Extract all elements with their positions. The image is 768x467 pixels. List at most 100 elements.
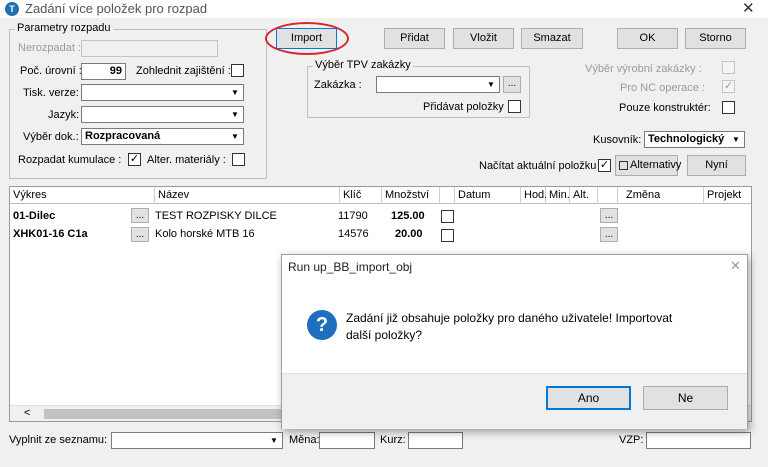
dialog-no-button[interactable]: Ne bbox=[643, 386, 728, 410]
row1-zmena-browse-button[interactable]: ... bbox=[600, 208, 618, 223]
vyber-vyrobni-label: Výběr výrobní zakázky : bbox=[585, 63, 702, 75]
pouze-konstrukter-checkbox[interactable] bbox=[722, 101, 735, 114]
zakazka-browse-button[interactable]: ... bbox=[503, 76, 521, 93]
dialog-message: Zadání již obsahuje položky pro daného u… bbox=[346, 310, 672, 344]
kurz-input[interactable] bbox=[408, 432, 463, 449]
dialog-yes-button[interactable]: Ano bbox=[546, 386, 631, 410]
app-icon: T bbox=[5, 2, 19, 16]
window-title: Zadání více položek pro rozpad bbox=[25, 1, 208, 16]
pridat-button[interactable]: Přidat bbox=[384, 28, 445, 49]
pridavat-checkbox[interactable] bbox=[508, 100, 521, 113]
col-header-nazev[interactable]: Název bbox=[155, 187, 340, 204]
poc-urovni-input[interactable]: 99 bbox=[81, 63, 126, 80]
ok-button[interactable]: OK bbox=[617, 28, 678, 49]
confirm-dialog: Run up_BB_import_obj ✕ ? Zadání již obsa… bbox=[281, 254, 748, 429]
vyber-dok-value: Rozpracovaná bbox=[85, 130, 161, 142]
scroll-thumb[interactable] bbox=[44, 409, 284, 419]
col-header-btn[interactable] bbox=[598, 187, 618, 204]
alternativy-label: Alternativy bbox=[630, 159, 682, 171]
nerozpadat-field bbox=[81, 40, 218, 57]
pro-nc-checkbox: ✓ bbox=[722, 80, 735, 93]
window-close-button[interactable]: ✕ bbox=[742, 0, 755, 17]
row2-klic[interactable]: 14576 bbox=[338, 225, 369, 243]
tisk-verze-select[interactable]: ▼ bbox=[81, 84, 244, 101]
poc-urovni-value: 99 bbox=[109, 65, 122, 77]
smazat-button[interactable]: Smazat bbox=[521, 28, 583, 49]
col-header-klic[interactable]: Klíč bbox=[340, 187, 382, 204]
row2-nazev[interactable]: Kolo horské MTB 16 bbox=[155, 225, 255, 243]
pro-nc-label: Pro NC operace : bbox=[620, 82, 705, 94]
row1-checkbox[interactable] bbox=[441, 210, 454, 223]
kusovnik-select[interactable]: Technologický ▼ bbox=[644, 131, 745, 148]
dialog-message-line2: další položky? bbox=[346, 328, 423, 342]
tisk-verze-label: Tisk. verze: bbox=[23, 87, 79, 99]
col-header-zmena[interactable]: Změna bbox=[618, 187, 704, 204]
vyplnit-label: Vyplnit ze seznamu: bbox=[9, 434, 108, 446]
zohlednit-label: Zohlednit zajištění : bbox=[136, 65, 231, 77]
alternativy-button[interactable]: Alternativy bbox=[615, 155, 682, 176]
chevron-down-icon: ▼ bbox=[487, 80, 495, 89]
nacitat-checkbox[interactable]: ✓ bbox=[598, 159, 611, 172]
question-icon: ? bbox=[307, 310, 337, 340]
chevron-down-icon: ▼ bbox=[732, 135, 740, 144]
row1-vykres-browse-button[interactable]: ... bbox=[131, 208, 149, 223]
chevron-down-icon: ▼ bbox=[231, 88, 239, 97]
col-header-min[interactable]: Min. bbox=[546, 187, 570, 204]
zakazka-select[interactable]: ▼ bbox=[376, 76, 500, 93]
row1-nazev[interactable]: TEST ROZPISKY DILCE bbox=[155, 207, 277, 225]
chevron-down-icon: ▼ bbox=[231, 132, 239, 141]
col-header-vykres[interactable]: Výkres bbox=[10, 187, 155, 204]
vyber-vyrobni-checkbox bbox=[722, 61, 735, 74]
row1-mnozstvi[interactable]: 125.00 bbox=[391, 207, 425, 225]
zakazka-label: Zakázka : bbox=[314, 79, 362, 91]
row2-mnozstvi[interactable]: 20.00 bbox=[395, 225, 423, 243]
chevron-down-icon: ▼ bbox=[231, 110, 239, 119]
kusovnik-value: Technologický bbox=[648, 133, 725, 145]
vyber-dok-label: Výběr dok.: bbox=[23, 131, 79, 143]
storno-button[interactable]: Storno bbox=[685, 28, 746, 49]
rozpadat-kumulace-checkbox[interactable]: ✓ bbox=[128, 153, 141, 166]
col-header-alt[interactable]: Alt. bbox=[570, 187, 598, 204]
vzp-label: VZP: bbox=[619, 434, 644, 446]
col-header-hod[interactable]: Hod. bbox=[521, 187, 547, 204]
mena-input[interactable] bbox=[319, 432, 375, 449]
title-bar: T Zadání více položek pro rozpad ✕ bbox=[0, 0, 768, 18]
pouze-konstrukter-label: Pouze konstruktér: bbox=[619, 102, 711, 114]
dialog-message-line1: Zadání již obsahuje položky pro daného u… bbox=[346, 311, 673, 325]
kusovnik-label: Kusovník: bbox=[593, 134, 642, 146]
vzp-input[interactable] bbox=[646, 432, 751, 449]
vlozit-button[interactable]: Vložit bbox=[453, 28, 514, 49]
scroll-left-arrow[interactable]: < bbox=[24, 407, 30, 419]
col-header-datum[interactable]: Datum bbox=[455, 187, 521, 204]
zohlednit-checkbox[interactable] bbox=[231, 64, 244, 77]
alter-materialy-label: Alter. materiály : bbox=[147, 154, 226, 166]
chevron-down-icon: ▼ bbox=[270, 436, 278, 445]
params-legend: Parametry rozpadu bbox=[15, 22, 113, 34]
nyni-button[interactable]: Nyní bbox=[687, 155, 746, 176]
jazyk-select[interactable]: ▼ bbox=[81, 106, 244, 123]
highlight-ellipse bbox=[265, 22, 349, 55]
nerozpadat-label: Nerozpadat : bbox=[18, 42, 81, 54]
tpv-legend: Výběr TPV zakázky bbox=[313, 59, 413, 71]
col-header-mnozstvi[interactable]: Množství bbox=[382, 187, 440, 204]
alter-materialy-checkbox[interactable] bbox=[232, 153, 245, 166]
jazyk-label: Jazyk: bbox=[48, 109, 80, 121]
row1-vykres[interactable]: 01-Dilec bbox=[13, 207, 55, 225]
poc-urovni-label: Poč. úrovní : bbox=[20, 65, 82, 77]
row1-klic[interactable]: 11790 bbox=[338, 207, 368, 225]
row2-checkbox[interactable] bbox=[441, 229, 454, 242]
row2-vykres[interactable]: XHK01-16 C1a bbox=[13, 225, 88, 243]
dialog-title: Run up_BB_import_obj bbox=[288, 260, 413, 274]
pridavat-label: Přidávat položky bbox=[423, 101, 504, 113]
dialog-close-button[interactable]: ✕ bbox=[730, 258, 741, 274]
col-header-projekt[interactable]: Projekt bbox=[704, 187, 751, 204]
row2-zmena-browse-button[interactable]: ... bbox=[600, 227, 618, 242]
vyplnit-select[interactable]: ▼ bbox=[111, 432, 283, 449]
dialog-footer: Ano Ne bbox=[282, 373, 747, 429]
row2-vykres-browse-button[interactable]: ... bbox=[131, 227, 149, 242]
kurz-label: Kurz: bbox=[380, 434, 406, 446]
alternativy-icon bbox=[619, 161, 628, 170]
vyber-dok-select[interactable]: Rozpracovaná ▼ bbox=[81, 128, 244, 145]
col-header-check[interactable] bbox=[440, 187, 455, 204]
nacitat-label: Načítat aktuální položku bbox=[479, 160, 597, 172]
